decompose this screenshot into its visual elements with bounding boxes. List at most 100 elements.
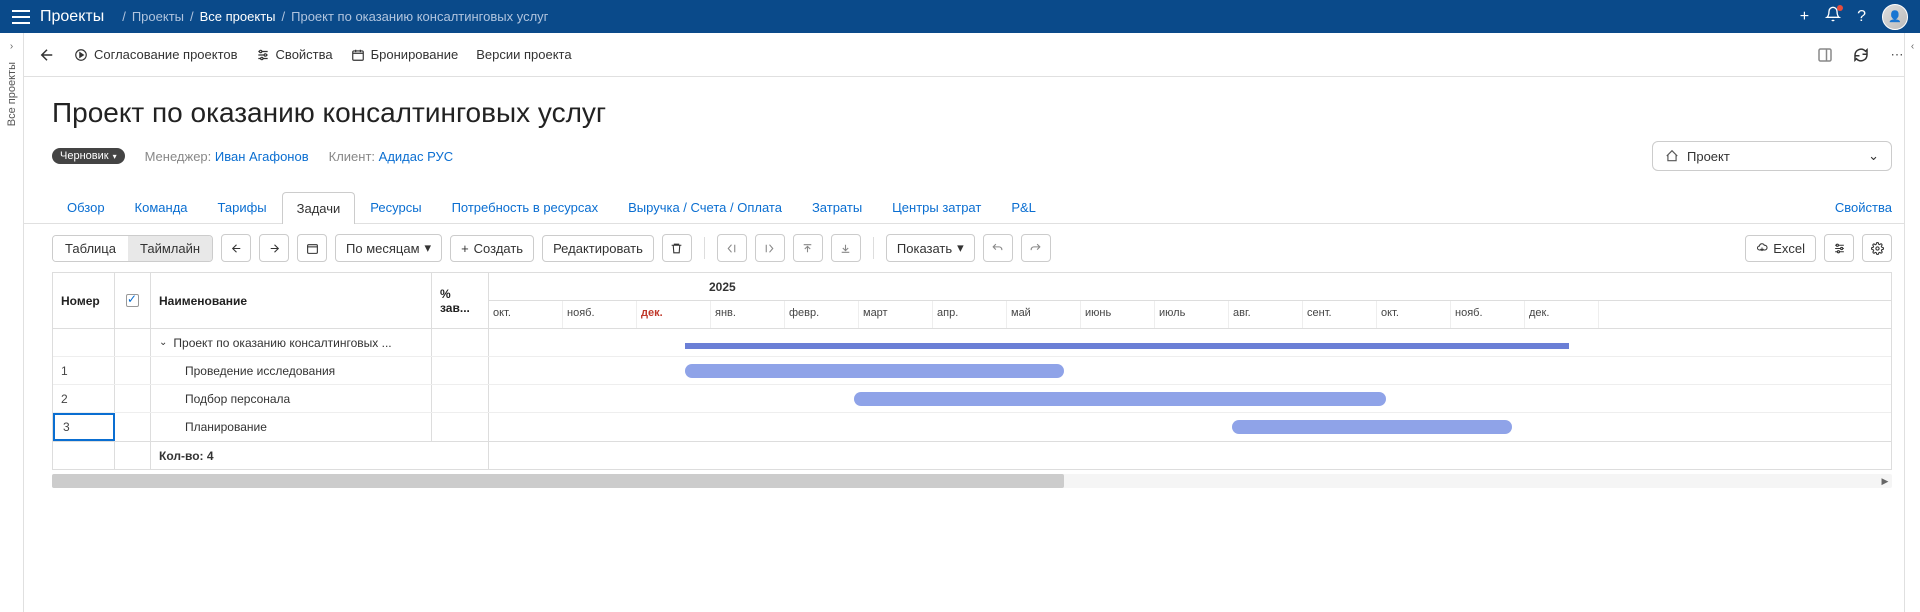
checkbox-icon (126, 294, 139, 307)
month-header: нояб. (563, 301, 637, 328)
add-icon[interactable]: + (1800, 8, 1809, 26)
month-header: март (859, 301, 933, 328)
filters-icon[interactable] (1824, 234, 1854, 262)
month-header: нояб. (1451, 301, 1525, 328)
tab-pl[interactable]: P&L (996, 191, 1051, 223)
row-pct (432, 385, 488, 412)
view-table-button[interactable]: Таблица (53, 236, 128, 261)
back-icon[interactable] (38, 46, 56, 64)
month-header: июль (1155, 301, 1229, 328)
topbar: Проекты / Проекты / Все проекты / Проект… (0, 0, 1920, 33)
col-header-pct[interactable]: % зав... (432, 273, 488, 328)
rail-label[interactable]: Все проекты (6, 62, 18, 126)
right-rail-expand-icon[interactable]: ‹ (1911, 41, 1914, 612)
row-number[interactable]: 1 (53, 357, 115, 384)
refresh-icon[interactable] (1852, 46, 1870, 64)
booking-button[interactable]: Бронирование (351, 47, 459, 62)
tabs: Обзор Команда Тарифы Задачи Ресурсы Потр… (24, 181, 1920, 224)
gantt-row[interactable]: 2 Подбор персонала (53, 385, 1891, 413)
scale-dropdown[interactable]: По месяцам▾ (335, 234, 442, 262)
month-header: май (1007, 301, 1081, 328)
row-number[interactable] (53, 329, 115, 356)
gantt-task-bar[interactable] (854, 392, 1387, 406)
row-name[interactable]: Подбор персонала (151, 385, 432, 412)
status-badge[interactable]: Черновик (52, 148, 125, 164)
help-icon[interactable]: ? (1857, 8, 1866, 26)
app-title: Проекты (40, 8, 104, 26)
breadcrumb-sep: / (122, 9, 126, 24)
calendar-icon[interactable] (297, 234, 327, 262)
gantt-task-bar[interactable] (685, 364, 1064, 378)
col-header-name[interactable]: Наименование (151, 273, 432, 328)
row-checkbox[interactable] (115, 385, 151, 412)
move-down-icon[interactable] (831, 234, 861, 262)
row-checkbox[interactable] (115, 329, 151, 356)
breadcrumb-item[interactable]: Проекты (132, 9, 184, 24)
month-header: дек. (637, 301, 711, 328)
horizontal-scrollbar[interactable]: ◀ ▶ (52, 474, 1892, 488)
scroll-thumb[interactable] (52, 474, 1064, 488)
approval-button[interactable]: Согласование проектов (74, 47, 238, 62)
col-header-number[interactable]: Номер (53, 273, 115, 328)
month-header: окт. (1377, 301, 1451, 328)
row-checkbox[interactable] (115, 413, 151, 441)
tab-resources[interactable]: Ресурсы (355, 191, 436, 223)
excel-button[interactable]: Excel (1745, 235, 1816, 262)
row-name[interactable]: ⌄Проект по оказанию консалтинговых ... (151, 329, 432, 356)
tab-resource-need[interactable]: Потребность в ресурсах (437, 191, 614, 223)
panel-icon[interactable] (1816, 46, 1834, 64)
bell-icon[interactable] (1825, 6, 1841, 27)
gantt-summary-bar[interactable] (685, 343, 1568, 349)
rail-expand-icon[interactable]: › (10, 41, 13, 52)
indent-icon[interactable] (755, 234, 785, 262)
tab-revenue[interactable]: Выручка / Счета / Оплата (613, 191, 797, 223)
properties-button[interactable]: Свойства (256, 47, 333, 62)
row-number[interactable]: 3 (53, 413, 115, 441)
month-header: янв. (711, 301, 785, 328)
view-segment: Таблица Таймлайн (52, 235, 213, 262)
move-up-icon[interactable] (793, 234, 823, 262)
tab-rates[interactable]: Тарифы (203, 191, 282, 223)
delete-icon[interactable] (662, 234, 692, 262)
row-name[interactable]: Планирование (151, 413, 432, 441)
create-button[interactable]: +Создать (450, 235, 534, 262)
breadcrumb-item[interactable]: Проект по оказанию консалтинговых услуг (291, 9, 548, 24)
tab-costs[interactable]: Затраты (797, 191, 877, 223)
outdent-icon[interactable] (717, 234, 747, 262)
month-header: февр. (785, 301, 859, 328)
breadcrumb-item[interactable]: Все проекты (200, 9, 276, 24)
avatar[interactable]: 👤 (1882, 4, 1908, 30)
gantt-row[interactable]: 3 Планирование (53, 413, 1891, 441)
client-link[interactable]: Адидас РУС (379, 149, 453, 164)
client-label: Клиент: (329, 149, 375, 164)
tab-overview[interactable]: Обзор (52, 191, 120, 223)
gantt-task-bar[interactable] (1232, 420, 1512, 434)
page-title: Проект по оказанию консалтинговых услуг (52, 97, 1892, 129)
nav-right-icon[interactable] (259, 234, 289, 262)
row-checkbox[interactable] (115, 357, 151, 384)
scroll-right-icon[interactable]: ▶ (1878, 474, 1892, 488)
row-number[interactable]: 2 (53, 385, 115, 412)
edit-button[interactable]: Редактировать (542, 235, 654, 262)
manager-link[interactable]: Иван Агафонов (215, 149, 309, 164)
undo-icon[interactable] (983, 234, 1013, 262)
view-timeline-button[interactable]: Таймлайн (128, 236, 212, 261)
menu-icon[interactable] (12, 10, 30, 24)
row-name[interactable]: Проведение исследования (151, 357, 432, 384)
tab-team[interactable]: Команда (120, 191, 203, 223)
show-dropdown[interactable]: Показать▾ (886, 234, 975, 262)
redo-icon[interactable] (1021, 234, 1051, 262)
col-header-checkbox[interactable] (115, 273, 151, 328)
versions-button[interactable]: Версии проекта (476, 47, 571, 62)
tab-tasks[interactable]: Задачи (282, 192, 356, 224)
project-switcher[interactable]: Проект ⌄ (1652, 141, 1892, 171)
gantt-row[interactable]: 1 Проведение исследования (53, 357, 1891, 385)
tab-properties-link[interactable]: Свойства (1835, 192, 1892, 223)
settings-icon[interactable] (1862, 234, 1892, 262)
nav-left-icon[interactable] (221, 234, 251, 262)
month-header: окт. (489, 301, 563, 328)
tab-cost-centers[interactable]: Центры затрат (877, 191, 996, 223)
chevron-down-icon: ⌄ (1868, 148, 1879, 164)
month-header: июнь (1081, 301, 1155, 328)
gantt-row[interactable]: ⌄Проект по оказанию консалтинговых ... (53, 329, 1891, 357)
